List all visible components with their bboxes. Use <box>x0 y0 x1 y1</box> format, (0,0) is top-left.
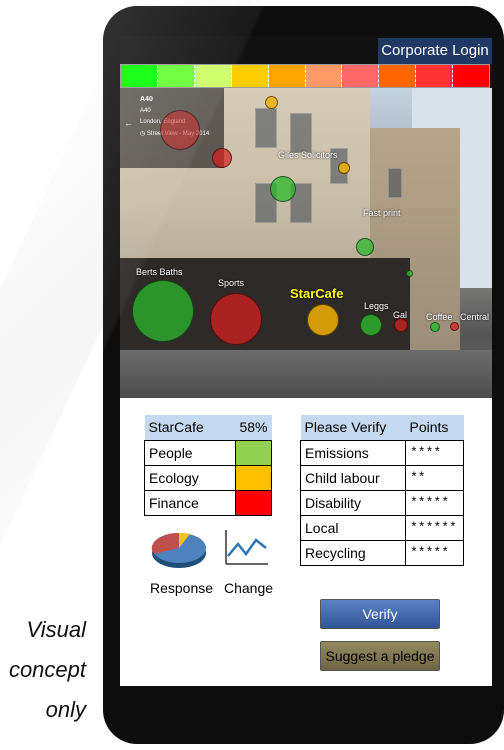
business-label-selected: StarCafe <box>290 286 344 301</box>
verify-row[interactable]: Child labour ** <box>300 464 464 491</box>
business-bubble-sports[interactable] <box>210 293 262 345</box>
response-label[interactable]: Response <box>150 580 213 596</box>
scorecard-row: Finance <box>144 489 273 516</box>
rating-color-scale <box>120 64 490 88</box>
rating-scale-segment <box>268 65 306 87</box>
phone-frame: Corporate Login A40 A40 London, England … <box>103 6 504 744</box>
concept-caption: Visual concept only <box>0 610 86 730</box>
scorecard-row-label: People <box>144 439 236 466</box>
scorecard-row-label: Ecology <box>144 464 236 491</box>
verify-header-label: Please Verify <box>300 415 406 440</box>
business-label: Fast print <box>363 208 401 218</box>
business-bubble-central[interactable] <box>450 322 459 331</box>
caption-line: Visual <box>26 617 86 642</box>
details-panel: StarCafe 58% People Ecology Finance Plea… <box>120 398 492 686</box>
verify-button[interactable]: Verify <box>320 599 440 629</box>
rating-scale-segment <box>416 65 454 87</box>
window <box>290 113 312 153</box>
rating-scale-segment <box>157 65 195 87</box>
verify-row-points: ** <box>405 464 464 491</box>
business-bubble[interactable] <box>265 96 278 109</box>
verify-row[interactable]: Disability ***** <box>300 489 464 516</box>
pie-chart-icon[interactable] <box>150 526 208 572</box>
scorecard-row-label: Finance <box>144 489 236 516</box>
verify-row-label: Recycling <box>300 539 406 566</box>
verify-row-label: Emissions <box>300 439 406 466</box>
rating-scale-segment <box>194 65 232 87</box>
verify-row-points: ***** <box>405 489 464 516</box>
business-bubble-leggs[interactable] <box>360 314 382 336</box>
back-arrow-icon[interactable]: ← <box>124 118 133 128</box>
road <box>120 350 492 398</box>
scorecard-title: StarCafe <box>144 415 236 440</box>
caption-line: only <box>45 697 86 722</box>
line-chart-icon[interactable] <box>222 528 270 568</box>
business-label: Coffee <box>426 312 453 322</box>
verify-row-label: Disability <box>300 489 406 516</box>
business-bubble-berts-baths[interactable] <box>132 280 194 342</box>
scorecard-header: StarCafe 58% <box>144 415 272 440</box>
scorecard-row: People <box>144 439 273 466</box>
clock-icon: ◷ <box>140 131 147 137</box>
business-label: Berts Baths <box>136 267 183 277</box>
rating-scale-segment <box>453 65 490 87</box>
business-bubble-gal[interactable] <box>394 318 408 332</box>
suggest-pledge-button[interactable]: Suggest a pledge <box>320 641 440 671</box>
change-label[interactable]: Change <box>224 580 273 596</box>
road-name: A40 <box>140 96 153 103</box>
window <box>388 168 402 198</box>
business-label: Leggs <box>364 301 389 311</box>
caption-line: concept <box>8 657 86 682</box>
business-bubble-fast-print[interactable] <box>356 238 374 256</box>
rating-scale-segment <box>379 65 417 87</box>
verify-row-points: ***** <box>405 539 464 566</box>
business-label: Gal <box>393 310 408 320</box>
verify-row-label: Child labour <box>300 464 406 491</box>
business-bubble-starcafe[interactable] <box>307 304 339 336</box>
business-label: Central <box>460 312 490 322</box>
verify-row-points: **** <box>405 439 464 466</box>
app-screen: Corporate Login A40 A40 London, England … <box>120 36 492 686</box>
business-bubble[interactable] <box>338 162 350 174</box>
verify-row[interactable]: Local ****** <box>300 514 464 541</box>
rating-scale-segment <box>231 65 269 87</box>
rating-scale-segment <box>305 65 343 87</box>
verify-table: Please Verify Points Emissions **** Chil… <box>300 415 464 566</box>
scorecard-swatch <box>234 439 273 466</box>
business-bubble-coffee[interactable] <box>430 322 440 332</box>
business-bubble[interactable] <box>406 270 413 277</box>
window <box>255 108 277 148</box>
business-label: Giles Solicitors <box>278 150 338 160</box>
scorecard-swatch <box>234 464 273 491</box>
corporate-login-button[interactable]: Corporate Login <box>378 38 492 64</box>
verify-header-points: Points <box>405 415 464 440</box>
verify-header: Please Verify Points <box>300 415 464 440</box>
scorecard-row: Ecology <box>144 464 273 491</box>
verify-row[interactable]: Emissions **** <box>300 439 464 466</box>
verify-row-label: Local <box>300 514 406 541</box>
scorecard-swatch <box>234 489 273 516</box>
business-bubble[interactable] <box>160 110 200 150</box>
business-label: Sports <box>218 278 245 288</box>
business-bubble-giles-solicitors[interactable] <box>270 176 296 202</box>
scorecard-score: 58% <box>235 415 272 440</box>
rating-scale-segment <box>342 65 380 87</box>
verify-row-points: ****** <box>405 514 464 541</box>
verify-row[interactable]: Recycling ***** <box>300 539 464 566</box>
rating-scale-segment <box>121 65 158 87</box>
scorecard-table: StarCafe 58% People Ecology Finance <box>144 415 273 516</box>
business-bubble[interactable] <box>212 148 232 168</box>
street-view[interactable]: A40 A40 London, England ◷ Street View - … <box>120 88 492 398</box>
